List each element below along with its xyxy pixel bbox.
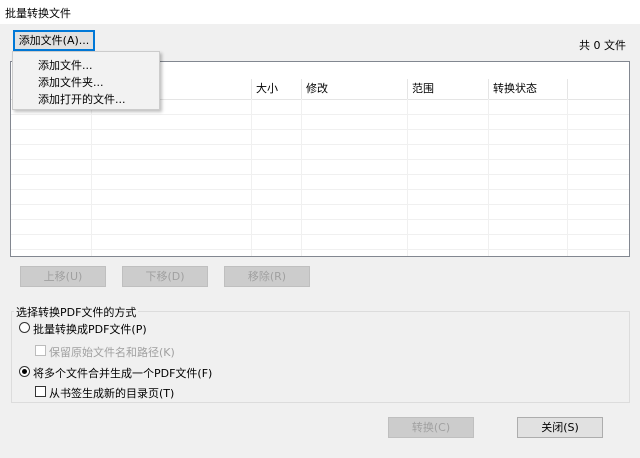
window-title: 批量转换文件 [5, 7, 71, 20]
merge-files-radio[interactable] [19, 366, 30, 377]
keep-name-label[interactable]: 保留原始文件名和路径(K) [49, 344, 175, 360]
title-bar: 批量转换文件 [0, 0, 640, 24]
remove-button[interactable]: 移除(R) [224, 266, 310, 287]
table-row [11, 219, 629, 235]
merge-files-label[interactable]: 将多个文件合并生成一个PDF文件(F) [33, 365, 212, 381]
table-row [11, 144, 629, 160]
close-button[interactable]: 关闭(S) [517, 417, 603, 438]
column-header-extra[interactable] [568, 79, 629, 99]
batch-convert-label[interactable]: 批量转换成PDF文件(P) [33, 321, 147, 337]
keep-name-checkbox[interactable] [35, 345, 46, 356]
toc-from-bookmarks-checkbox[interactable] [35, 386, 46, 397]
table-row [11, 129, 629, 145]
menu-item-add-file[interactable]: 添加文件... [38, 57, 93, 73]
file-count: 共 0 文件 [579, 39, 626, 52]
add-files-button[interactable]: 添加文件(A)... [13, 30, 95, 51]
table-row [11, 189, 629, 205]
toc-from-bookmarks-label[interactable]: 从书签生成新的目录页(T) [49, 385, 174, 401]
add-files-dropdown-menu: 添加文件... 添加文件夹... 添加打开的文件... [12, 51, 160, 110]
column-header-size[interactable]: 大小 [252, 79, 302, 99]
batch-convert-radio[interactable] [19, 322, 30, 333]
menu-item-add-open-files[interactable]: 添加打开的文件... [38, 91, 126, 107]
move-up-button[interactable]: 上移(U) [20, 266, 106, 287]
move-down-button[interactable]: 下移(D) [122, 266, 208, 287]
table-row [11, 234, 629, 250]
column-header-status[interactable]: 转换状态 [489, 79, 568, 99]
table-row [11, 174, 629, 190]
table-row [11, 204, 629, 220]
column-header-range[interactable]: 范围 [408, 79, 489, 99]
options-legend: 选择转换PDF文件的方式 [14, 304, 139, 320]
table-row [11, 159, 629, 175]
convert-button[interactable]: 转换(C) [388, 417, 474, 438]
table-row [11, 114, 629, 130]
menu-item-add-folder[interactable]: 添加文件夹... [38, 74, 104, 90]
column-header-modified[interactable]: 修改 [302, 79, 408, 99]
